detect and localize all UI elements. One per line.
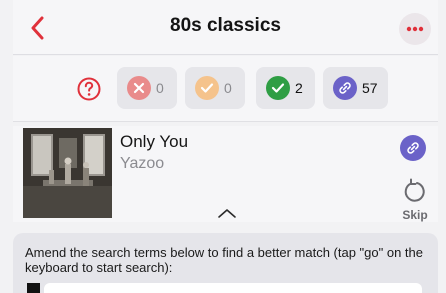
pending-filter-pill[interactable]: 0 [185, 67, 245, 109]
linked-count: 57 [362, 80, 378, 96]
refresh-icon [404, 178, 425, 202]
help-button[interactable] [76, 76, 102, 102]
link-icon [407, 142, 419, 154]
matched-check-icon [266, 76, 290, 100]
nav-header: 80s classics [13, 0, 438, 55]
chevron-up-icon [218, 209, 236, 218]
link-icon [333, 76, 357, 100]
search-thumbnail [27, 283, 40, 293]
search-input[interactable] [44, 283, 422, 293]
linked-filter-pill[interactable]: 57 [323, 67, 388, 109]
album-cover [23, 128, 112, 218]
question-circle-icon [77, 77, 101, 101]
rejected-filter-pill[interactable]: 0 [117, 67, 177, 109]
track-artist: Yazoo [120, 155, 165, 172]
skip-button[interactable]: Skip [400, 176, 430, 222]
matched-count: 2 [295, 80, 303, 96]
skip-label: Skip [402, 208, 428, 222]
rejected-x-icon [127, 76, 151, 100]
search-instructions: Amend the search terms below to find a b… [25, 245, 423, 275]
ellipsis-icon [406, 26, 424, 32]
track-card: Only You Yazoo Skip [13, 126, 438, 222]
search-field-row [27, 283, 422, 293]
track-title: Only You [120, 132, 189, 151]
pending-check-icon [195, 76, 219, 100]
link-track-button[interactable] [400, 135, 426, 161]
matched-filter-pill[interactable]: 2 [256, 67, 315, 109]
status-filter-bar: 0 0 2 57 [13, 56, 438, 122]
page-title: 80s classics [170, 15, 281, 36]
pending-count: 0 [224, 80, 232, 96]
rejected-count: 0 [156, 80, 164, 96]
collapse-button[interactable] [216, 206, 238, 220]
more-options-button[interactable] [399, 13, 431, 45]
